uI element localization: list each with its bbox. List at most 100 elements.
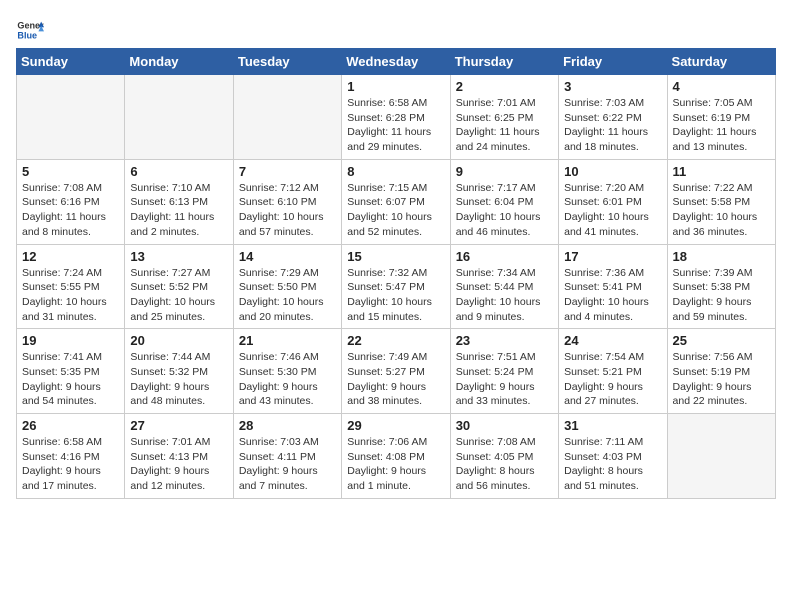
day-info: Sunrise: 7:08 AM Sunset: 4:05 PM Dayligh… (456, 435, 553, 494)
weekday-header-saturday: Saturday (667, 49, 775, 75)
day-cell: 22 Sunrise: 7:49 AM Sunset: 5:27 PM Dayli… (342, 329, 450, 414)
day-info: Sunrise: 7:46 AM Sunset: 5:30 PM Dayligh… (239, 350, 336, 409)
day-cell: 18Sunrise: 7:39 AM Sunset: 5:38 PM Dayli… (667, 244, 775, 329)
week-row-3: 12 Sunrise: 7:24 AM Sunset: 5:55 PM Dayli… (17, 244, 776, 329)
logo: General Blue (16, 16, 44, 44)
day-cell: 16Sunrise: 7:34 AM Sunset: 5:44 PM Dayli… (450, 244, 558, 329)
calendar-table: SundayMondayTuesdayWednesdayThursdayFrid… (16, 48, 776, 499)
day-info: Sunrise: 7:03 AM Sunset: 4:11 PM Dayligh… (239, 435, 336, 494)
weekday-header-friday: Friday (559, 49, 667, 75)
day-number: 29 (347, 418, 444, 433)
day-number: 31 (564, 418, 661, 433)
weekday-header-thursday: Thursday (450, 49, 558, 75)
day-info: Sunrise: 7:11 AM Sunset: 4:03 PM Dayligh… (564, 435, 661, 494)
day-cell: 26 Sunrise: 6:58 AM Sunset: 4:16 PM Dayli… (17, 414, 125, 499)
day-cell: 8 Sunrise: 7:15 AM Sunset: 6:07 PM Daylig… (342, 159, 450, 244)
day-number: 9 (456, 164, 553, 179)
day-number: 13 (130, 249, 227, 264)
day-info: Sunrise: 7:01 AM Sunset: 6:25 PM Dayligh… (456, 96, 553, 155)
day-info: Sunrise: 6:58 AM Sunset: 6:28 PM Dayligh… (347, 96, 444, 155)
day-number: 21 (239, 333, 336, 348)
day-cell: 20 Sunrise: 7:44 AM Sunset: 5:32 PM Dayli… (125, 329, 233, 414)
day-cell: 9 Sunrise: 7:17 AM Sunset: 6:04 PM Daylig… (450, 159, 558, 244)
day-info: Sunrise: 6:58 AM Sunset: 4:16 PM Dayligh… (22, 435, 119, 494)
day-cell: 30 Sunrise: 7:08 AM Sunset: 4:05 PM Dayli… (450, 414, 558, 499)
day-cell (233, 75, 341, 160)
day-info: Sunrise: 7:05 AM Sunset: 6:19 PM Dayligh… (673, 96, 770, 155)
day-number: 23 (456, 333, 553, 348)
day-cell: 25 Sunrise: 7:56 AM Sunset: 5:19 PM Dayli… (667, 329, 775, 414)
day-cell: 1 Sunrise: 6:58 AM Sunset: 6:28 PM Daylig… (342, 75, 450, 160)
day-cell (125, 75, 233, 160)
day-number: 27 (130, 418, 227, 433)
weekday-header-row: SundayMondayTuesdayWednesdayThursdayFrid… (17, 49, 776, 75)
day-number: 25 (673, 333, 770, 348)
day-number: 12 (22, 249, 119, 264)
week-row-1: 1 Sunrise: 6:58 AM Sunset: 6:28 PM Daylig… (17, 75, 776, 160)
day-number: 30 (456, 418, 553, 433)
day-number: 11 (673, 164, 770, 179)
day-number: 24 (564, 333, 661, 348)
logo-icon: General Blue (16, 16, 44, 44)
day-cell: 14 Sunrise: 7:29 AM Sunset: 5:50 PM Dayli… (233, 244, 341, 329)
day-info: Sunrise: 7:12 AM Sunset: 6:10 PM Dayligh… (239, 181, 336, 240)
day-info: Sunrise: 7:36 AM Sunset: 5:41 PM Dayligh… (564, 266, 661, 325)
weekday-header-monday: Monday (125, 49, 233, 75)
day-cell (667, 414, 775, 499)
day-info: Sunrise: 7:06 AM Sunset: 4:08 PM Dayligh… (347, 435, 444, 494)
day-info: Sunrise: 7:22 AM Sunset: 5:58 PM Dayligh… (673, 181, 770, 240)
day-cell: 28 Sunrise: 7:03 AM Sunset: 4:11 PM Dayli… (233, 414, 341, 499)
weekday-header-wednesday: Wednesday (342, 49, 450, 75)
day-info: Sunrise: 7:17 AM Sunset: 6:04 PM Dayligh… (456, 181, 553, 240)
day-number: 14 (239, 249, 336, 264)
day-info: Sunrise: 7:41 AM Sunset: 5:35 PM Dayligh… (22, 350, 119, 409)
day-number: 10 (564, 164, 661, 179)
day-info: Sunrise: 7:10 AM Sunset: 6:13 PM Dayligh… (130, 181, 227, 240)
day-cell: 27 Sunrise: 7:01 AM Sunset: 4:13 PM Dayli… (125, 414, 233, 499)
day-cell: 24 Sunrise: 7:54 AM Sunset: 5:21 PM Dayli… (559, 329, 667, 414)
day-cell: 19 Sunrise: 7:41 AM Sunset: 5:35 PM Dayli… (17, 329, 125, 414)
day-number: 1 (347, 79, 444, 94)
day-info: Sunrise: 7:49 AM Sunset: 5:27 PM Dayligh… (347, 350, 444, 409)
day-info: Sunrise: 7:15 AM Sunset: 6:07 PM Dayligh… (347, 181, 444, 240)
day-cell: 6 Sunrise: 7:10 AM Sunset: 6:13 PM Daylig… (125, 159, 233, 244)
day-number: 19 (22, 333, 119, 348)
day-cell: 11 Sunrise: 7:22 AM Sunset: 5:58 PM Dayli… (667, 159, 775, 244)
day-info: Sunrise: 7:24 AM Sunset: 5:55 PM Dayligh… (22, 266, 119, 325)
day-cell: 17 Sunrise: 7:36 AM Sunset: 5:41 PM Dayli… (559, 244, 667, 329)
week-row-4: 19 Sunrise: 7:41 AM Sunset: 5:35 PM Dayli… (17, 329, 776, 414)
day-cell: 13Sunrise: 7:27 AM Sunset: 5:52 PM Dayli… (125, 244, 233, 329)
day-info: Sunrise: 7:01 AM Sunset: 4:13 PM Dayligh… (130, 435, 227, 494)
day-number: 20 (130, 333, 227, 348)
day-number: 6 (130, 164, 227, 179)
day-number: 22 (347, 333, 444, 348)
day-number: 4 (673, 79, 770, 94)
day-cell: 5Sunrise: 7:08 AM Sunset: 6:16 PM Daylig… (17, 159, 125, 244)
week-row-5: 26 Sunrise: 6:58 AM Sunset: 4:16 PM Dayli… (17, 414, 776, 499)
day-number: 15 (347, 249, 444, 264)
day-cell: 23 Sunrise: 7:51 AM Sunset: 5:24 PM Dayli… (450, 329, 558, 414)
day-number: 28 (239, 418, 336, 433)
day-number: 18 (673, 249, 770, 264)
day-number: 7 (239, 164, 336, 179)
day-number: 8 (347, 164, 444, 179)
weekday-header-tuesday: Tuesday (233, 49, 341, 75)
day-info: Sunrise: 7:51 AM Sunset: 5:24 PM Dayligh… (456, 350, 553, 409)
weekday-header-sunday: Sunday (17, 49, 125, 75)
day-info: Sunrise: 7:20 AM Sunset: 6:01 PM Dayligh… (564, 181, 661, 240)
day-cell: 2Sunrise: 7:01 AM Sunset: 6:25 PM Daylig… (450, 75, 558, 160)
svg-text:Blue: Blue (17, 30, 37, 40)
day-info: Sunrise: 7:29 AM Sunset: 5:50 PM Dayligh… (239, 266, 336, 325)
day-number: 26 (22, 418, 119, 433)
day-info: Sunrise: 7:56 AM Sunset: 5:19 PM Dayligh… (673, 350, 770, 409)
day-cell: 4 Sunrise: 7:05 AM Sunset: 6:19 PM Daylig… (667, 75, 775, 160)
day-cell: 7 Sunrise: 7:12 AM Sunset: 6:10 PM Daylig… (233, 159, 341, 244)
day-info: Sunrise: 7:44 AM Sunset: 5:32 PM Dayligh… (130, 350, 227, 409)
day-cell: 15Sunrise: 7:32 AM Sunset: 5:47 PM Dayli… (342, 244, 450, 329)
day-number: 16 (456, 249, 553, 264)
day-info: Sunrise: 7:54 AM Sunset: 5:21 PM Dayligh… (564, 350, 661, 409)
day-cell: 29 Sunrise: 7:06 AM Sunset: 4:08 PM Dayli… (342, 414, 450, 499)
day-info: Sunrise: 7:03 AM Sunset: 6:22 PM Dayligh… (564, 96, 661, 155)
week-row-2: 5Sunrise: 7:08 AM Sunset: 6:16 PM Daylig… (17, 159, 776, 244)
day-number: 17 (564, 249, 661, 264)
